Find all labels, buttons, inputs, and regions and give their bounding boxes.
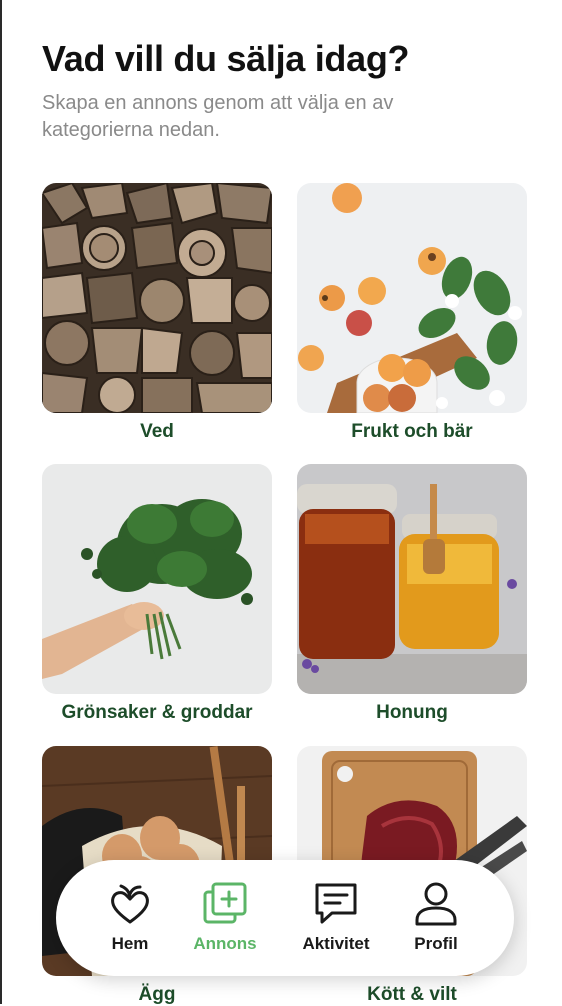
firewood-image	[42, 183, 272, 413]
kale-image	[42, 464, 272, 694]
nav-label: Annons	[193, 934, 257, 953]
category-card-honung[interactable]: Honung	[297, 464, 527, 724]
honey-jars-image	[297, 464, 527, 694]
nav-item-profil[interactable]: Profil	[388, 880, 484, 954]
nav-label: Profil	[414, 934, 458, 953]
category-label: Frukt och bär	[351, 421, 473, 442]
category-card-gronsaker-groddar[interactable]: Grönsaker & groddar	[42, 464, 272, 724]
window-edge	[0, 0, 2, 1004]
add-listing-icon	[203, 882, 247, 924]
category-label: Honung	[376, 702, 448, 723]
nav-item-aktivitet[interactable]: Aktivitet	[288, 880, 384, 954]
bottom-nav: Hem Annons Aktivitet Profil	[56, 860, 514, 976]
nav-item-hem[interactable]: Hem	[82, 880, 178, 954]
message-icon	[315, 883, 357, 924]
category-card-ved[interactable]: Ved	[42, 183, 272, 443]
nav-item-annons[interactable]: Annons	[177, 880, 273, 954]
heart-sprout-icon	[111, 884, 149, 924]
category-label: Ägg	[138, 984, 176, 1005]
page-subtitle: Skapa en annons genom att välja en av ka…	[42, 92, 394, 141]
nav-label: Hem	[111, 934, 149, 953]
nav-label: Aktivitet	[302, 934, 370, 953]
category-card-frukt-och-bar[interactable]: Frukt och bär	[297, 183, 527, 443]
apricots-image	[297, 183, 527, 413]
category-label: Grönsaker & groddar	[61, 702, 253, 723]
page-title: Vad vill du sälja idag?	[42, 38, 410, 79]
category-label: Ved	[140, 421, 174, 442]
category-label: Kött & vilt	[367, 984, 457, 1005]
user-icon	[415, 882, 457, 926]
